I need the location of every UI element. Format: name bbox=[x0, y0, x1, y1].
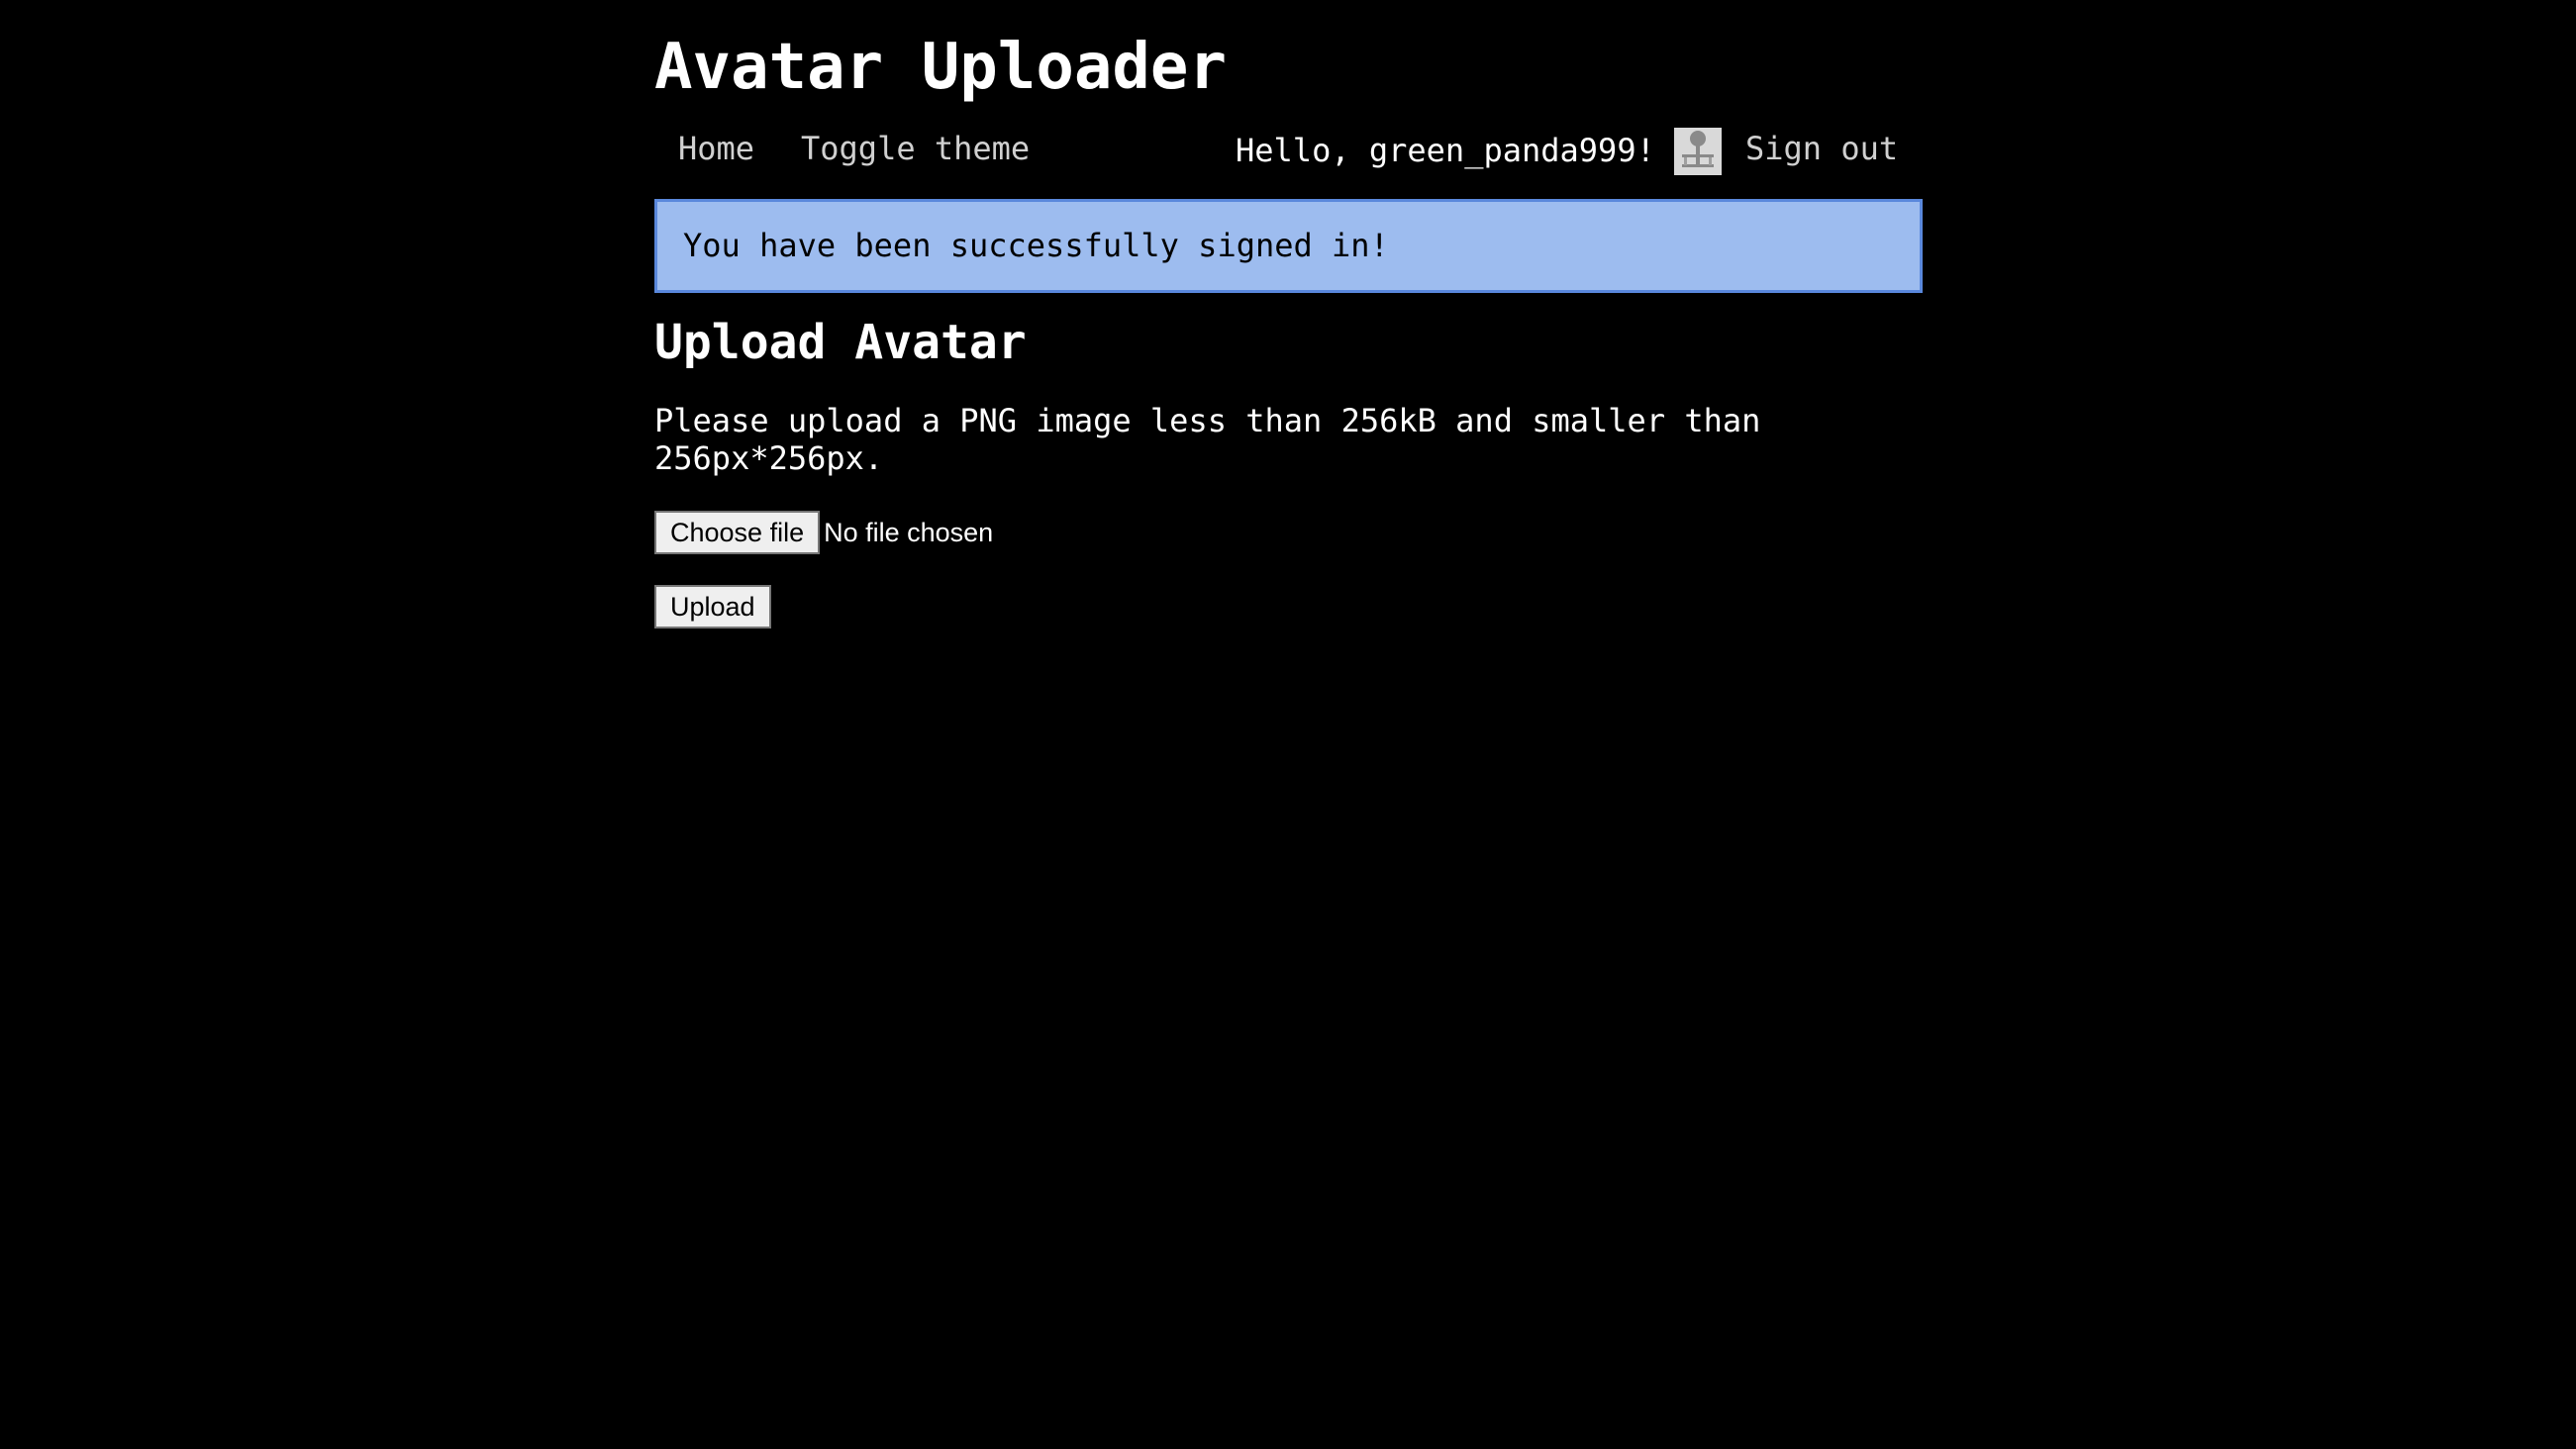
upload-row: Upload bbox=[654, 585, 771, 628]
nav-sign-out-link[interactable]: Sign out bbox=[1745, 121, 1898, 176]
upload-instructions: Please upload a PNG image less than 256k… bbox=[654, 402, 1761, 477]
site-title: Avatar Uploader bbox=[654, 31, 1227, 104]
avatar-silhouette-icon bbox=[1674, 128, 1722, 175]
file-status-text: No file chosen bbox=[824, 518, 994, 547]
user-greeting: Hello, green_panda999! bbox=[1236, 132, 1655, 169]
top-nav: Home Toggle theme Hello, green_panda999!… bbox=[654, 121, 1923, 180]
flash-message-text: You have been successfully signed in! bbox=[683, 227, 1389, 264]
file-input[interactable]: Choose file No file chosen bbox=[654, 511, 993, 554]
choose-file-button[interactable]: Choose file bbox=[654, 511, 821, 554]
default-avatar-icon bbox=[1674, 128, 1722, 175]
upload-button[interactable]: Upload bbox=[654, 585, 771, 628]
page-heading: Upload Avatar bbox=[654, 315, 1027, 370]
flash-success-message: You have been successfully signed in! bbox=[654, 199, 1923, 293]
nav-home-link[interactable]: Home bbox=[678, 121, 754, 176]
nav-toggle-theme-link[interactable]: Toggle theme bbox=[801, 121, 1030, 176]
